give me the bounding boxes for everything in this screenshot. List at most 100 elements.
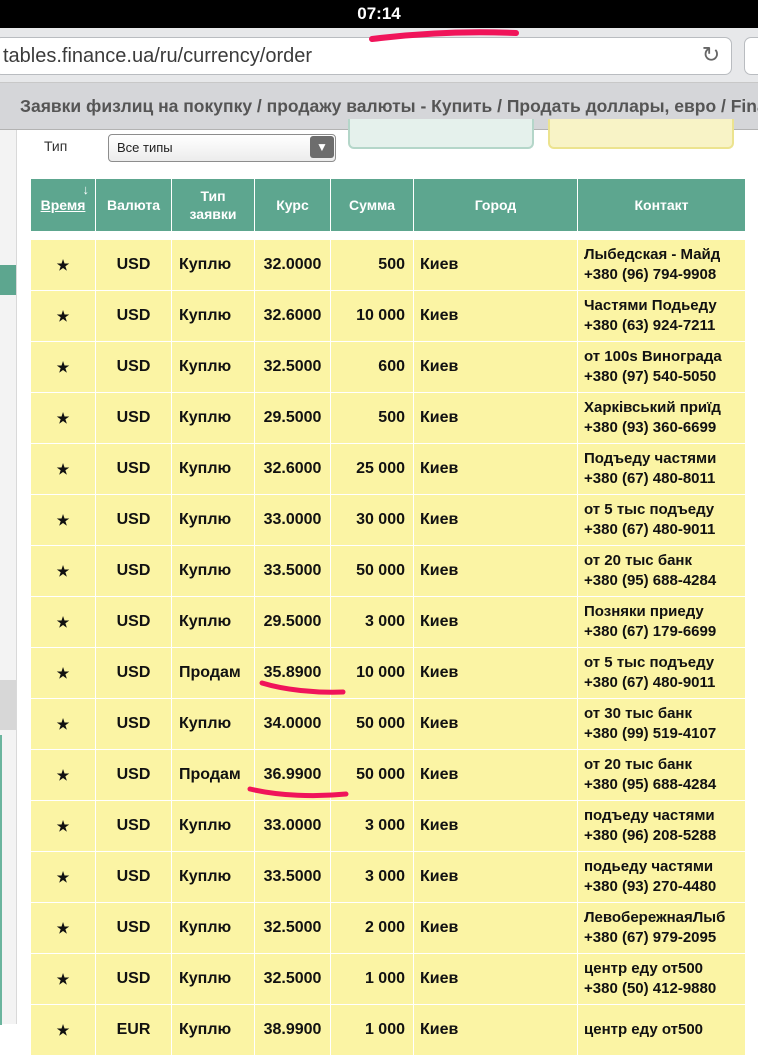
url-text[interactable]: tables.finance.ua/ru/currency/order: [3, 45, 312, 68]
table-row[interactable]: ★ USD Куплю 33.5000 3 000 Киев подьеду частями…: [31, 852, 745, 903]
row-currency: USD: [96, 342, 172, 392]
row-contact-phone[interactable]: +380 (93) 360-6699: [584, 418, 716, 438]
row-contact: Частями Подьеду +380 (63) 924-7211: [578, 291, 745, 341]
row-star-icon[interactable]: ★: [31, 852, 96, 902]
row-contact-note: от 5 тыс подъеду: [584, 654, 715, 671]
row-star-icon[interactable]: ★: [31, 240, 96, 290]
type-filter-value: Все типы: [117, 140, 173, 155]
type-filter-label: Тип: [44, 138, 68, 154]
table-row[interactable]: ★ USD Куплю 29.5000 3 000 Киев Позняки приеду +…: [31, 597, 745, 648]
row-contact-phone[interactable]: +380 (96) 208-5288: [584, 826, 716, 846]
row-star-icon[interactable]: ★: [31, 291, 96, 341]
row-city: Киев: [414, 342, 578, 392]
left-sidebar-block: [0, 680, 16, 730]
table-row[interactable]: ★ USD Куплю 32.5000 600 Киев от 100s Винограда…: [31, 342, 745, 393]
table-row[interactable]: ★ USD Куплю 32.0000 500 Киев Лыбедская - Майд +…: [31, 240, 745, 291]
status-bar: 07:14: [0, 0, 758, 28]
row-star-icon[interactable]: ★: [31, 903, 96, 953]
row-contact-phone[interactable]: +380 (63) 924-7211: [584, 316, 715, 336]
table-row[interactable]: ★ USD Куплю 33.5000 50 000 Киев от 20 тыс банк…: [31, 546, 745, 597]
row-contact-note: Позняки приеду: [584, 603, 704, 620]
row-sum: 50 000: [331, 750, 414, 800]
row-rate: 35.8900: [255, 648, 331, 698]
row-star-icon[interactable]: ★: [31, 393, 96, 443]
table-row[interactable]: ★ USD Куплю 32.5000 2 000 Киев ЛевобережнаяЛыб…: [31, 903, 745, 954]
row-currency: USD: [96, 240, 172, 290]
row-city: Киев: [414, 699, 578, 749]
row-currency: USD: [96, 903, 172, 953]
row-star-icon[interactable]: ★: [31, 342, 96, 392]
row-rate: 33.0000: [255, 801, 331, 851]
toolbar-side-button[interactable]: [744, 37, 758, 75]
row-sum: 500: [331, 393, 414, 443]
row-currency: USD: [96, 954, 172, 1004]
row-star-icon[interactable]: ★: [31, 648, 96, 698]
row-rate: 32.5000: [255, 342, 331, 392]
tab-title[interactable]: Заявки физлиц на покупку / продажу валют…: [20, 96, 758, 117]
row-city: Киев: [414, 801, 578, 851]
buy-sell-button[interactable]: [348, 119, 534, 149]
column-header-time-label[interactable]: Время: [41, 196, 86, 214]
row-sum: 1 000: [331, 1005, 414, 1055]
row-contact-note: от 5 тыс подъеду: [584, 501, 715, 518]
row-contact-phone[interactable]: +380 (67) 979-2095: [584, 928, 716, 948]
panel-button[interactable]: [548, 119, 734, 149]
row-contact: ЛевобережнаяЛыб +380 (67) 979-2095: [578, 903, 745, 953]
table-row[interactable]: ★ USD Куплю 29.5000 500 Киев Харківський приїд…: [31, 393, 745, 444]
row-order-type: Куплю: [172, 852, 255, 902]
row-contact-phone[interactable]: +380 (93) 270-4480: [584, 877, 716, 897]
row-sum: 50 000: [331, 699, 414, 749]
row-sum: 3 000: [331, 597, 414, 647]
table-header: Время ↓ Валюта Тип заявки Курс Сумма Гор…: [31, 179, 745, 231]
row-star-icon[interactable]: ★: [31, 750, 96, 800]
table-row[interactable]: ★ USD Куплю 32.5000 1 000 Киев центр еду от500…: [31, 954, 745, 1005]
row-rate: 33.0000: [255, 495, 331, 545]
row-contact-phone[interactable]: +380 (67) 179-6699: [584, 622, 716, 642]
row-contact-note: подъеду частями: [584, 807, 715, 824]
row-contact-phone[interactable]: +380 (96) 794-9908: [584, 265, 716, 285]
row-contact-phone[interactable]: +380 (95) 688-4284: [584, 775, 716, 795]
row-sum: 2 000: [331, 903, 414, 953]
row-contact-phone[interactable]: +380 (67) 480-9011: [584, 673, 715, 693]
table-row[interactable]: ★ USD Куплю 34.0000 50 000 Киев от 30 тыс банк…: [31, 699, 745, 750]
row-contact-phone[interactable]: +380 (50) 412-9880: [584, 979, 716, 999]
row-star-icon[interactable]: ★: [31, 444, 96, 494]
row-contact: Подъеду частями +380 (67) 480-8011: [578, 444, 745, 494]
left-sidebar-accent: [0, 265, 16, 295]
row-sum: 600: [331, 342, 414, 392]
type-filter-select[interactable]: Все типы ▼: [108, 134, 336, 162]
left-sidebar-border: [0, 735, 18, 1025]
row-order-type: Куплю: [172, 291, 255, 341]
row-sum: 3 000: [331, 852, 414, 902]
table-row[interactable]: ★ EUR Куплю 38.9900 1 000 Киев центр еду от500: [31, 1005, 745, 1056]
table-row[interactable]: ★ USD Продам 36.9900 50 000 Киев от 20 тыс бан…: [31, 750, 745, 801]
row-rate: 32.6000: [255, 444, 331, 494]
row-rate: 29.5000: [255, 393, 331, 443]
address-bar[interactable]: tables.finance.ua/ru/currency/order ↻: [0, 37, 732, 75]
row-order-type: Куплю: [172, 546, 255, 596]
row-contact-phone[interactable]: +380 (67) 480-8011: [584, 469, 715, 489]
row-contact-phone[interactable]: +380 (99) 519-4107: [584, 724, 716, 744]
table-row[interactable]: ★ USD Куплю 32.6000 10 000 Киев Частями Подьед…: [31, 291, 745, 342]
column-header-time[interactable]: Время ↓: [31, 179, 96, 231]
row-star-icon[interactable]: ★: [31, 597, 96, 647]
table-row[interactable]: ★ USD Продам 35.8900 10 000 Киев от 5 тыс подъ…: [31, 648, 745, 699]
row-star-icon[interactable]: ★: [31, 954, 96, 1004]
reload-icon[interactable]: ↻: [699, 43, 723, 67]
row-order-type: Куплю: [172, 801, 255, 851]
row-currency: USD: [96, 546, 172, 596]
row-contact-phone[interactable]: +380 (67) 480-9011: [584, 520, 715, 540]
row-star-icon[interactable]: ★: [31, 546, 96, 596]
row-star-icon[interactable]: ★: [31, 1005, 96, 1055]
row-star-icon[interactable]: ★: [31, 699, 96, 749]
row-contact-phone[interactable]: +380 (97) 540-5050: [584, 367, 716, 387]
table-row[interactable]: ★ USD Куплю 33.0000 30 000 Киев от 5 тыс подъе…: [31, 495, 745, 546]
dropdown-arrow-icon[interactable]: ▼: [310, 136, 334, 158]
table-row[interactable]: ★ USD Куплю 33.0000 3 000 Киев подъеду частями…: [31, 801, 745, 852]
row-star-icon[interactable]: ★: [31, 495, 96, 545]
row-city: Киев: [414, 1005, 578, 1055]
table-row[interactable]: ★ USD Куплю 32.6000 25 000 Киев Подъеду частям…: [31, 444, 745, 495]
row-rate: 34.0000: [255, 699, 331, 749]
row-star-icon[interactable]: ★: [31, 801, 96, 851]
row-contact-phone[interactable]: +380 (95) 688-4284: [584, 571, 716, 591]
